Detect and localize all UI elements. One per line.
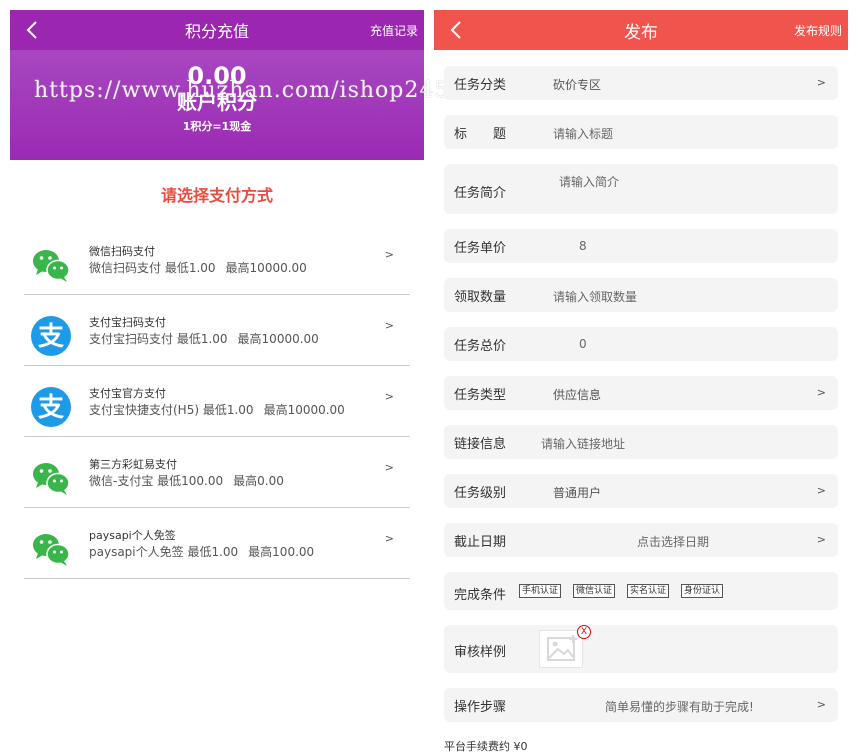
condition-tag-realname[interactable]: 实名认证	[627, 584, 670, 598]
wechat-icon	[33, 463, 70, 495]
field-label: 完成条件	[454, 588, 507, 603]
field-label: 截止日期	[454, 535, 507, 550]
svg-text:支: 支	[38, 322, 64, 352]
field-value: 砍价专区	[553, 78, 602, 92]
payment-method-desc: paysapi个人免签 最低1.00 最高100.00	[89, 545, 315, 559]
alipay-icon: 支	[31, 387, 71, 427]
chevron-right-icon: >	[384, 319, 394, 332]
condition-tag-wechat[interactable]: 微信认证	[573, 584, 616, 598]
chevron-right-icon: >	[384, 532, 394, 545]
back-button[interactable]	[22, 18, 44, 42]
condition-tag-idcard[interactable]: 身份证认	[681, 584, 724, 598]
field-placeholder: 请输入链接地址	[541, 437, 626, 451]
task-type-select[interactable]: 任务类型 供应信息 >	[444, 376, 838, 410]
payment-method-name: 支付宝官方支付	[89, 387, 166, 400]
field-label: 审核样例	[454, 645, 507, 660]
payment-method-alipay-scan[interactable]: 支 支付宝扫码支付 支付宝扫码支付 最低1.00 最高10000.00 >	[24, 295, 410, 366]
chevron-right-icon: >	[384, 248, 394, 261]
sample-image-upload[interactable]	[539, 630, 583, 668]
chevron-right-icon: >	[816, 386, 826, 399]
title-input[interactable]: 标 题 请输入标题	[444, 115, 838, 149]
chevron-right-icon: >	[816, 698, 826, 711]
wechat-icon	[33, 250, 70, 282]
publish-panel: 发布 发布规则 任务分类 砍价专区 > 标 题 请输入标题 任务简介 请输入简介…	[434, 10, 848, 756]
watermark: https://www.huzhan.com/ishop24587	[34, 78, 480, 103]
page-title: 发布	[624, 22, 658, 43]
payment-method-name: 支付宝扫码支付	[89, 316, 166, 329]
chevron-left-icon	[26, 21, 37, 39]
field-label: 任务类型	[454, 388, 507, 403]
field-value: 8	[579, 239, 587, 253]
field-label: 任务简介	[454, 186, 507, 201]
payment-method-desc: 微信扫码支付 最低1.00 最高10000.00	[89, 261, 307, 275]
chevron-left-icon	[450, 21, 461, 39]
publish-form: 任务分类 砍价专区 > 标 题 请输入标题 任务简介 请输入简介 任务单价 8 …	[434, 50, 848, 722]
payment-method-paysapi[interactable]: paysapi个人免签 paysapi个人免签 最低1.00 最高100.00 >	[24, 508, 410, 579]
link-input[interactable]: 链接信息 请输入链接地址	[444, 425, 838, 459]
payment-method-name: 微信扫码支付	[89, 245, 155, 258]
payment-method-name: paysapi个人免签	[89, 529, 176, 542]
field-label: 领取数量	[454, 290, 507, 305]
recharge-panel: 积分充值 充值记录 0.00 账户积分 1积分=1现金 https://www.…	[10, 10, 478, 756]
chevron-right-icon: >	[816, 76, 826, 89]
svg-text:支: 支	[38, 393, 64, 423]
chevron-right-icon: >	[384, 461, 394, 474]
payment-method-wechat-scan[interactable]: 微信扫码支付 微信扫码支付 最低1.00 最高10000.00 >	[24, 224, 410, 295]
field-label: 任务分类	[454, 78, 507, 93]
wechat-icon	[33, 534, 70, 566]
field-placeholder: 简单易懂的步骤有助于完成!	[605, 700, 754, 714]
field-value: 0	[579, 337, 587, 351]
remove-image-icon[interactable]: X	[577, 625, 591, 639]
platform-fee: 平台手续费约 ¥0	[444, 740, 528, 753]
completion-conditions: 完成条件 手机认证 微信认证 实名认证 身份证认	[444, 572, 838, 610]
chevron-right-icon: >	[816, 484, 826, 497]
category-select[interactable]: 任务分类 砍价专区 >	[444, 66, 838, 100]
field-value: 普通用户	[553, 486, 602, 500]
intro-textarea[interactable]: 任务简介 请输入简介	[444, 164, 838, 214]
recharge-header: 积分充值 充值记录	[10, 10, 424, 50]
field-label: 任务单价	[454, 241, 507, 256]
field-placeholder: 点击选择日期	[637, 535, 710, 549]
back-button[interactable]	[446, 18, 468, 42]
payment-method-desc: 微信-支付宝 最低100.00 最高0.00	[89, 474, 284, 488]
field-label: 任务级别	[454, 486, 507, 501]
deadline-picker[interactable]: 截止日期 点击选择日期 >	[444, 523, 838, 557]
chevron-right-icon: >	[384, 390, 394, 403]
image-icon	[547, 635, 577, 661]
field-placeholder: 请输入领取数量	[553, 290, 638, 304]
payment-method-third-party[interactable]: 第三方彩虹易支付 微信-支付宝 最低100.00 最高0.00 >	[24, 437, 410, 508]
payment-method-name: 第三方彩虹易支付	[89, 458, 177, 471]
review-sample: 审核样例 X	[444, 625, 838, 673]
publish-rules-link[interactable]: 发布规则	[794, 22, 842, 39]
payment-method-alipay-official[interactable]: 支 支付宝官方支付 支付宝快捷支付(H5) 最低1.00 最高10000.00 >	[24, 366, 410, 437]
page-title: 积分充值	[184, 22, 249, 41]
payment-method-desc: 支付宝扫码支付 最低1.00 最高10000.00	[89, 332, 319, 346]
condition-tag-phone[interactable]: 手机认证	[519, 584, 562, 598]
exchange-rate: 1积分=1现金	[182, 120, 252, 133]
field-value: 供应信息	[553, 388, 602, 402]
payment-method-list: 微信扫码支付 微信扫码支付 最低1.00 最高10000.00 > 支 支付宝扫码…	[24, 224, 410, 579]
condition-tags: 手机认证 微信认证 实名认证 身份证认	[519, 584, 724, 598]
quantity-input[interactable]: 领取数量 请输入领取数量	[444, 278, 838, 312]
field-label: 链接信息	[454, 437, 507, 452]
field-placeholder: 请输入标题	[553, 127, 614, 141]
unit-price-input[interactable]: 任务单价 8	[444, 229, 838, 263]
publish-header: 发布 发布规则	[434, 10, 848, 50]
field-label: 标 题	[454, 127, 507, 142]
field-label: 任务总价	[454, 339, 507, 354]
field-label: 操作步骤	[454, 700, 507, 715]
payment-method-desc: 支付宝快捷支付(H5) 最低1.00 最高10000.00	[89, 403, 345, 417]
chevron-right-icon: >	[816, 533, 826, 546]
points-summary: 0.00 账户积分 1积分=1现金	[10, 50, 424, 160]
steps-input[interactable]: 操作步骤 简单易懂的步骤有助于完成! >	[444, 688, 838, 722]
payment-section-title: 请选择支付方式	[160, 186, 273, 205]
alipay-icon: 支	[31, 316, 71, 356]
recharge-history-link[interactable]: 充值记录	[370, 22, 418, 39]
field-placeholder: 请输入简介	[559, 175, 620, 189]
task-level-select[interactable]: 任务级别 普通用户 >	[444, 474, 838, 508]
total-price-field: 任务总价 0	[444, 327, 838, 361]
